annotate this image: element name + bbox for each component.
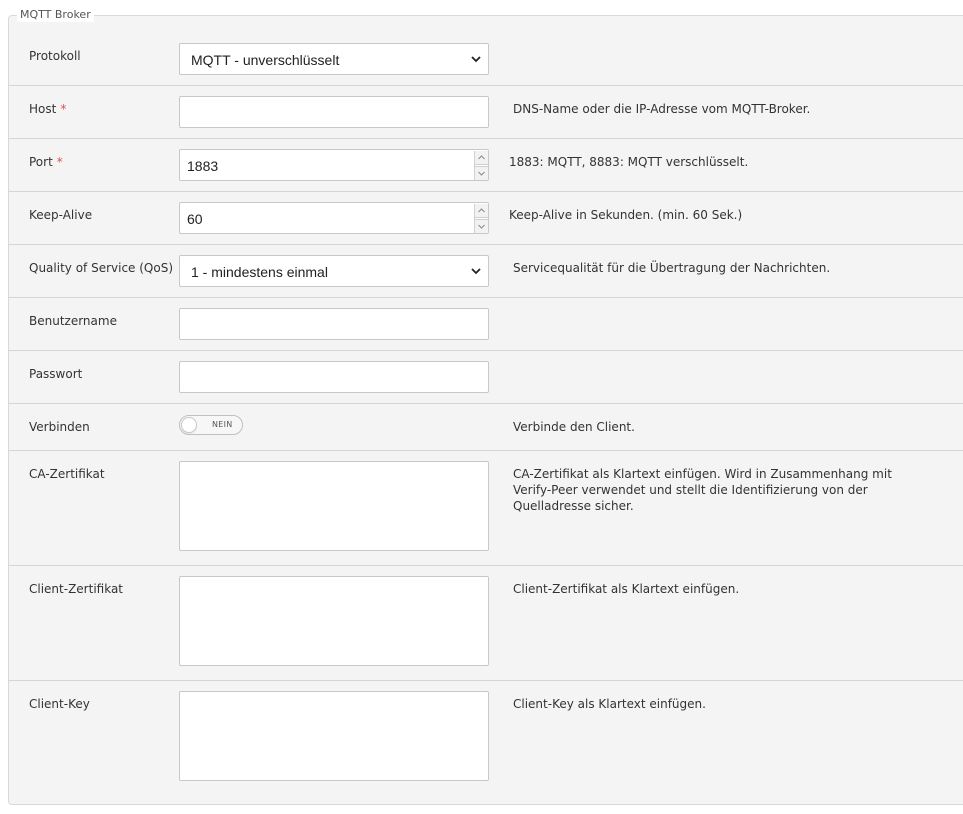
chevron-down-icon xyxy=(478,224,485,229)
host-label: Host * xyxy=(29,102,66,116)
row-password: Passwort xyxy=(8,351,963,404)
protocol-select[interactable]: MQTT - unverschlüsselt xyxy=(179,43,489,75)
client-cert-help: Client-Zertifikat als Klartext einfügen. xyxy=(513,582,740,596)
connect-label: Verbinden xyxy=(29,420,90,434)
spin-down-button[interactable] xyxy=(475,219,488,233)
row-qos: Quality of Service (QoS) 1 - mindestens … xyxy=(8,245,963,298)
row-client-cert: Client-Zertifikat Client-Zertifikat als … xyxy=(8,566,963,681)
ca-cert-textarea[interactable] xyxy=(179,461,489,551)
toggle-state-text: NEIN xyxy=(212,420,233,429)
port-spinner[interactable] xyxy=(474,151,488,180)
port-label-text: Port xyxy=(29,155,53,169)
client-key-textarea[interactable] xyxy=(179,691,489,781)
ca-cert-label: CA-Zertifikat xyxy=(29,467,105,481)
host-help: DNS-Name oder die IP-Adresse vom MQTT-Br… xyxy=(513,102,811,116)
ca-cert-help: CA-Zertifikat als Klartext einfügen. Wir… xyxy=(513,467,892,513)
qos-select-value: 1 - mindestens einmal xyxy=(191,264,328,280)
port-help: 1883: MQTT, 8883: MQTT verschlüsselt. xyxy=(509,155,749,169)
qos-label: Quality of Service (QoS) xyxy=(29,261,174,275)
host-label-text: Host xyxy=(29,102,57,116)
connect-toggle[interactable]: NEIN xyxy=(179,415,243,435)
port-input[interactable]: 1883 xyxy=(179,149,489,181)
toggle-knob xyxy=(181,417,197,433)
password-input[interactable] xyxy=(179,361,489,393)
row-connect: Verbinden NEIN Verbinde den Client. xyxy=(8,404,963,451)
required-marker: * xyxy=(60,102,67,116)
host-input[interactable] xyxy=(179,96,489,128)
port-label: Port * xyxy=(29,155,63,169)
chevron-up-icon xyxy=(478,208,485,213)
fieldset-legend: MQTT Broker xyxy=(17,8,94,22)
row-keepalive: Keep-Alive 60 Keep-Alive in Sekunden. (m… xyxy=(8,192,963,245)
protocol-label: Protokoll xyxy=(29,49,81,63)
port-value: 1883 xyxy=(187,158,219,174)
spin-up-button[interactable] xyxy=(475,151,488,165)
keepalive-spinner[interactable] xyxy=(474,204,488,233)
chevron-down-icon xyxy=(471,56,481,63)
qos-help: Servicequalität für die Übertragung der … xyxy=(513,261,831,275)
client-cert-label: Client-Zertifikat xyxy=(29,582,124,596)
chevron-down-icon xyxy=(478,171,485,176)
password-label: Passwort xyxy=(29,367,83,381)
client-key-label: Client-Key xyxy=(29,697,90,711)
keepalive-value: 60 xyxy=(187,211,203,227)
row-client-key: Client-Key Client-Key als Klartext einfü… xyxy=(8,681,963,795)
username-input[interactable] xyxy=(179,308,489,340)
row-username: Benutzername xyxy=(8,298,963,351)
keepalive-input[interactable]: 60 xyxy=(179,202,489,234)
username-label: Benutzername xyxy=(29,314,117,328)
spin-up-button[interactable] xyxy=(475,204,488,218)
protocol-select-value: MQTT - unverschlüsselt xyxy=(191,52,340,68)
client-cert-textarea[interactable] xyxy=(179,576,489,666)
required-marker: * xyxy=(56,155,63,169)
row-host: Host * DNS-Name oder die IP-Adresse vom M… xyxy=(8,86,963,139)
keepalive-label: Keep-Alive xyxy=(29,208,93,222)
row-ca-cert: CA-Zertifikat CA-Zertifikat als Klartext… xyxy=(8,451,963,566)
chevron-down-icon xyxy=(471,268,481,275)
spin-down-button[interactable] xyxy=(475,166,488,180)
chevron-up-icon xyxy=(478,155,485,160)
client-key-help: Client-Key als Klartext einfügen. xyxy=(513,697,706,711)
qos-select[interactable]: 1 - mindestens einmal xyxy=(179,255,489,287)
connect-help: Verbinde den Client. xyxy=(513,420,635,434)
keepalive-help: Keep-Alive in Sekunden. (min. 60 Sek.) xyxy=(509,208,743,222)
row-port: Port * 1883 1883: MQTT, 8883: MQTT versch… xyxy=(8,139,963,192)
row-protocol: Protokoll MQTT - unverschlüsselt xyxy=(8,32,963,86)
